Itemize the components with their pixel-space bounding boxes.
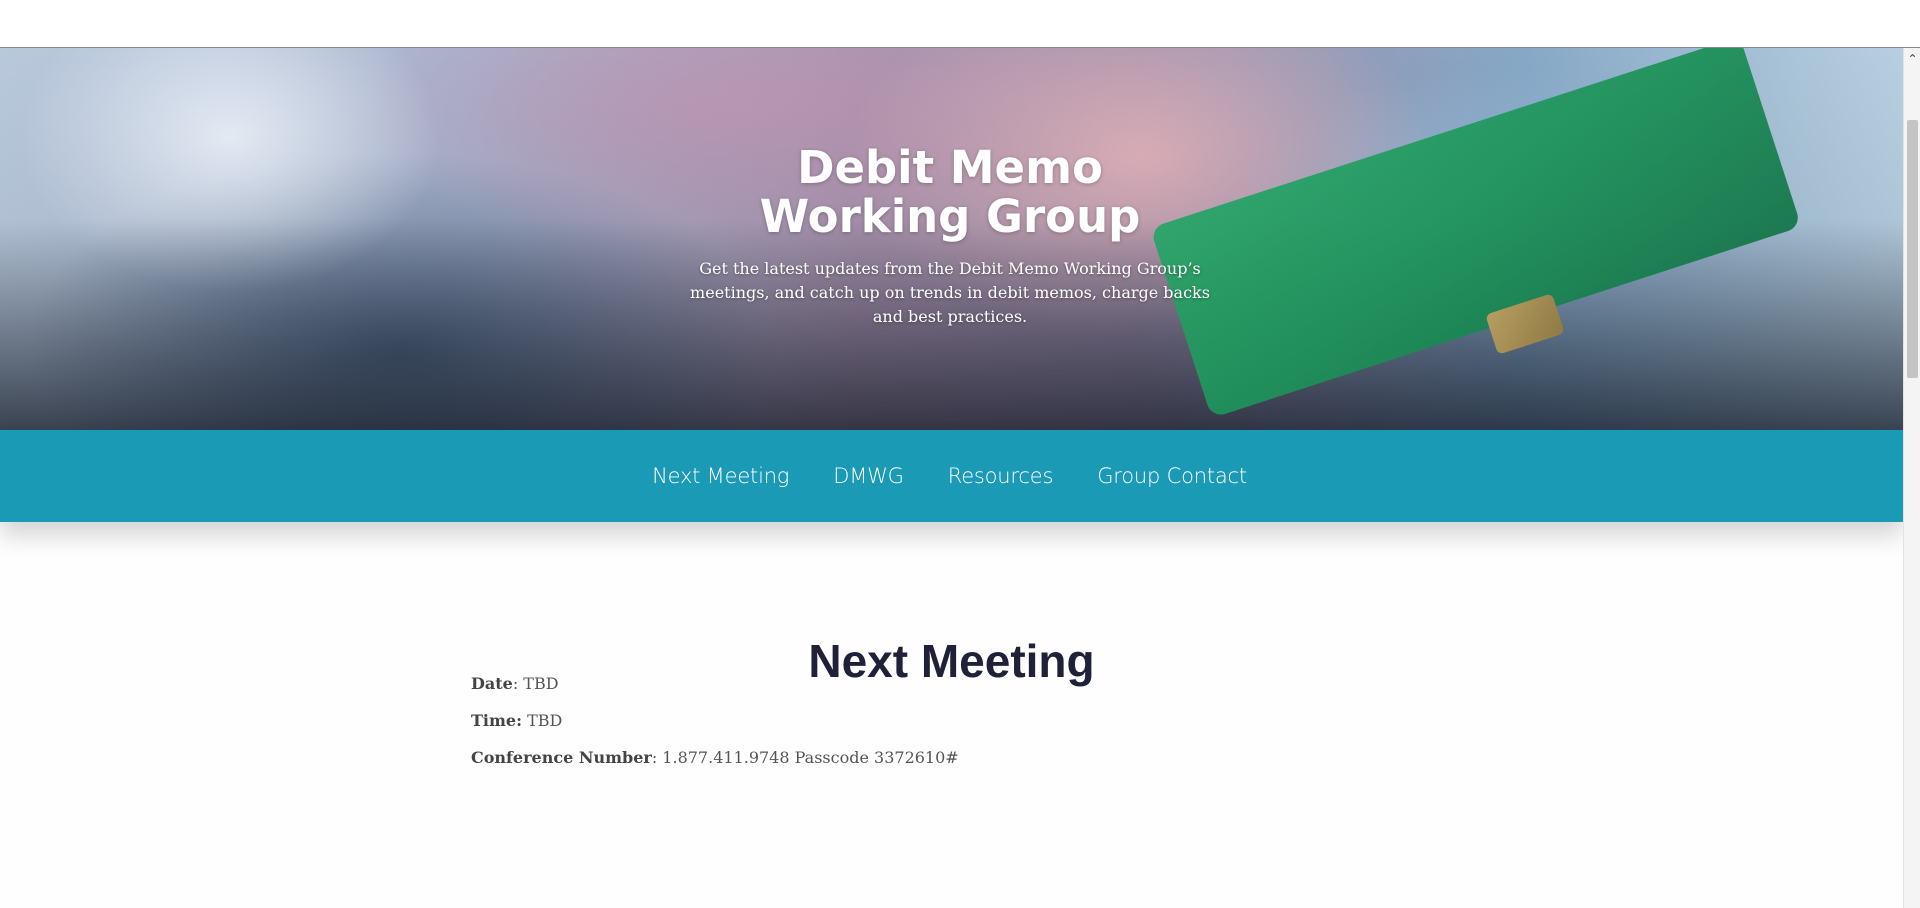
- next-meeting-heading: Next Meeting: [808, 635, 1095, 687]
- nav-link-group-contact[interactable]: Group Contact: [1097, 464, 1247, 488]
- hero-title: Debit Memo Working Group: [759, 141, 1141, 243]
- page: Debit Memo Working Group Get the latest …: [0, 48, 1903, 908]
- scrollbar-thumb[interactable]: [1907, 120, 1918, 378]
- vertical-scrollbar[interactable]: ⌃: [1903, 48, 1920, 908]
- browser-top-bar: [0, 0, 1920, 48]
- hero-subtitle: Get the latest updates from the Debit Me…: [690, 259, 1210, 326]
- nav-link-next-meeting[interactable]: Next Meeting: [652, 464, 789, 488]
- meeting-time: Time: TBD: [471, 711, 562, 730]
- conference-number: Conference Number: 1.877.411.9748 Passco…: [471, 748, 959, 767]
- meeting-time-value: TBD: [522, 711, 563, 730]
- conference-number-label: Conference Number: [471, 748, 652, 767]
- meeting-time-label: Time:: [471, 711, 522, 730]
- conference-number-value: : 1.877.411.9748 Passcode 3372610#: [651, 748, 959, 767]
- nav-link-dmwg[interactable]: DMWG: [833, 464, 904, 488]
- meeting-date-label: Date: [471, 674, 513, 693]
- meeting-date: Date: TBD: [471, 674, 559, 693]
- meeting-date-value: : TBD: [512, 674, 559, 693]
- nav-link-resources[interactable]: Resources: [948, 464, 1054, 488]
- hero-banner: Debit Memo Working Group Get the latest …: [0, 48, 1903, 430]
- credit-card-image: [1150, 48, 1802, 419]
- section-nav: Next Meeting DMWG Resources Group Contac…: [0, 430, 1903, 522]
- chevron-up-icon[interactable]: ⌃: [1904, 48, 1920, 70]
